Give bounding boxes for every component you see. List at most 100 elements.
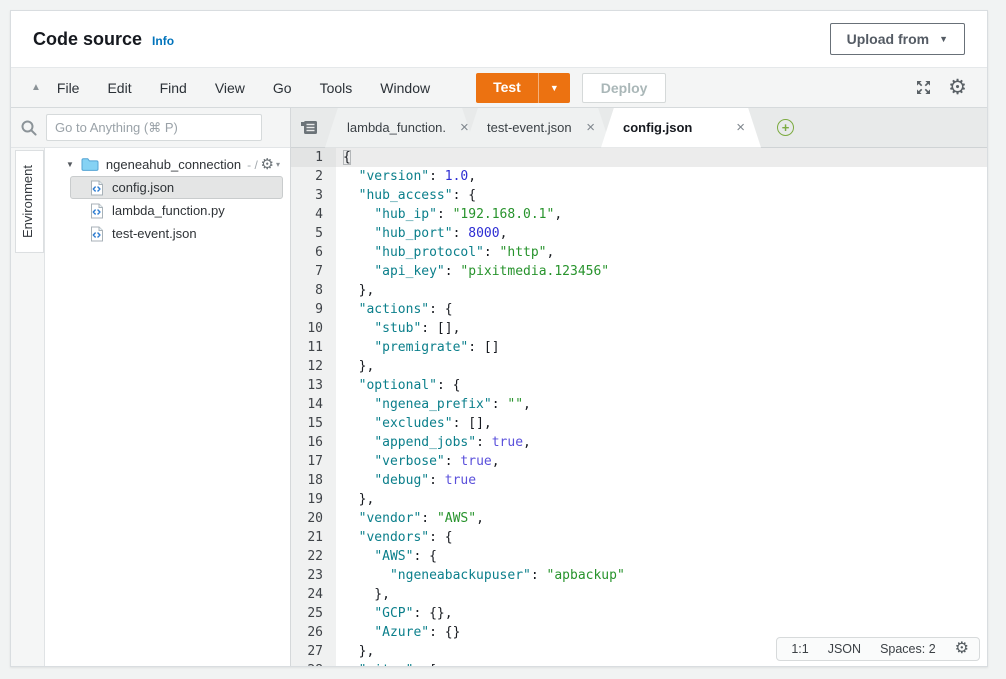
line-content: "excludes": [], [336, 414, 987, 433]
tab-environment[interactable]: Environment [15, 150, 44, 253]
tab-label: test-event.json [487, 120, 572, 135]
line-number: 22 [291, 547, 336, 566]
line-content: "ngenea_prefix": "", [336, 395, 987, 414]
code-line[interactable]: 3 "hub_access": { [291, 186, 987, 205]
goto-anything-row [11, 108, 290, 148]
code-line[interactable]: 22 "AWS": { [291, 547, 987, 566]
tab-label: lambda_function. [347, 120, 446, 135]
line-number: 5 [291, 224, 336, 243]
code-line[interactable]: 5 "hub_port": 8000, [291, 224, 987, 243]
settings-gear-icon[interactable]: ⚙ [948, 77, 967, 98]
folder-name: ngeneahub_connection [106, 157, 241, 172]
code-line[interactable]: 24 }, [291, 585, 987, 604]
code-line[interactable]: 9 "actions": { [291, 300, 987, 319]
line-content: "api_key": "pixitmedia.123456" [336, 262, 987, 281]
info-link[interactable]: Info [152, 34, 174, 48]
line-number: 28 [291, 661, 336, 666]
line-content: "premigrate": [] [336, 338, 987, 357]
line-content: "hub_protocol": "http", [336, 243, 987, 262]
tree-file-lambda_function.py[interactable]: lambda_function.py [70, 199, 283, 222]
menu-item-window[interactable]: Window [380, 80, 430, 96]
line-number: 6 [291, 243, 336, 262]
line-number: 3 [291, 186, 336, 205]
line-number: 21 [291, 528, 336, 547]
menu-item-go[interactable]: Go [273, 80, 292, 96]
tree-folder-row[interactable]: ▼ ngeneahub_connection - / ⚙ ▾ [45, 153, 290, 176]
new-tab-button[interactable]: + [777, 119, 794, 136]
line-number: 2 [291, 167, 336, 186]
page-title: Code source [33, 29, 142, 50]
editor-pane: lambda_function.×test-event.json×config.… [291, 108, 987, 666]
goto-anything-input[interactable] [46, 114, 262, 141]
disclosure-triangle-icon[interactable]: ▼ [66, 160, 74, 169]
line-number: 12 [291, 357, 336, 376]
line-number: 24 [291, 585, 336, 604]
ide-menubar: ▲ File Edit Find View Go Tools Window Test ▼ D… [11, 67, 987, 108]
code-line[interactable]: 2 "version": 1.0, [291, 167, 987, 186]
line-content: "vendors": { [336, 528, 987, 547]
editor-settings-gear-icon[interactable]: ⚙ [955, 641, 969, 657]
menu-item-file[interactable]: File [57, 80, 80, 96]
code-line[interactable]: 16 "append_jobs": true, [291, 433, 987, 452]
code-line[interactable]: 15 "excludes": [], [291, 414, 987, 433]
code-line[interactable]: 18 "debug": true [291, 471, 987, 490]
code-line[interactable]: 11 "premigrate": [] [291, 338, 987, 357]
tab-label: config.json [623, 120, 692, 135]
line-number: 18 [291, 471, 336, 490]
code-line[interactable]: 13 "optional": { [291, 376, 987, 395]
chevron-down-icon: ▾ [276, 161, 280, 169]
line-content: "sites": [ [336, 661, 987, 666]
close-icon[interactable]: × [572, 120, 595, 135]
upload-from-button[interactable]: Upload from ▼ [830, 23, 965, 55]
language-mode[interactable]: JSON [828, 642, 861, 656]
code-line[interactable]: 14 "ngenea_prefix": "", [291, 395, 987, 414]
editor-tab-config.json[interactable]: config.json × [601, 108, 761, 148]
code-line[interactable]: 20 "vendor": "AWS", [291, 509, 987, 528]
test-button-label: Test [476, 73, 538, 103]
code-line[interactable]: 4 "hub_ip": "192.168.0.1", [291, 205, 987, 224]
code-editor[interactable]: 1{2 "version": 1.0,3 "hub_access": {4 "h… [291, 148, 987, 666]
tree-file-config.json[interactable]: config.json [70, 176, 283, 199]
code-line[interactable]: 28 "sites": [ [291, 661, 987, 666]
editor-tab-test-event.json[interactable]: test-event.json× [465, 108, 611, 148]
cursor-position[interactable]: 1:1 [791, 642, 808, 656]
menu-item-find[interactable]: Find [160, 80, 187, 96]
editor-tabs: lambda_function.×test-event.json×config.… [325, 108, 761, 148]
line-content: "optional": { [336, 376, 987, 395]
code-line[interactable]: 1{ [291, 148, 987, 167]
code-line[interactable]: 7 "api_key": "pixitmedia.123456" [291, 262, 987, 281]
deploy-button[interactable]: Deploy [582, 73, 667, 103]
line-number: 23 [291, 566, 336, 585]
close-icon[interactable]: × [446, 120, 469, 135]
tree-file-test-event.json[interactable]: test-event.json [70, 222, 283, 245]
tree-settings-gear-icon[interactable]: ⚙ ▾ [261, 157, 280, 172]
close-icon[interactable]: × [722, 120, 745, 135]
code-line[interactable]: 19 }, [291, 490, 987, 509]
editor-statusbar: 1:1 JSON Spaces: 2 ⚙ [776, 637, 980, 661]
file-name: lambda_function.py [112, 203, 225, 218]
line-number: 11 [291, 338, 336, 357]
menu-item-view[interactable]: View [215, 80, 245, 96]
line-content: "AWS": { [336, 547, 987, 566]
line-number: 17 [291, 452, 336, 471]
fullscreen-icon[interactable] [915, 79, 932, 96]
menubar-right: ⚙ [915, 77, 967, 98]
line-content: "vendor": "AWS", [336, 509, 987, 528]
code-line[interactable]: 12 }, [291, 357, 987, 376]
code-line[interactable]: 17 "verbose": true, [291, 452, 987, 471]
indentation-setting[interactable]: Spaces: 2 [880, 642, 936, 656]
test-button[interactable]: Test ▼ [476, 73, 570, 103]
code-line[interactable]: 6 "hub_protocol": "http", [291, 243, 987, 262]
chevron-down-icon[interactable]: ▼ [539, 73, 570, 103]
code-line[interactable]: 25 "GCP": {}, [291, 604, 987, 623]
menu-item-edit[interactable]: Edit [107, 80, 131, 96]
editor-tab-lambda_function.[interactable]: lambda_function.× [325, 108, 475, 148]
code-line[interactable]: 21 "vendors": { [291, 528, 987, 547]
code-line[interactable]: 10 "stub": [], [291, 319, 987, 338]
code-line[interactable]: 8 }, [291, 281, 987, 300]
collapse-panel-icon[interactable]: ▲ [31, 82, 41, 93]
menu-item-tools[interactable]: Tools [320, 80, 353, 96]
tab-list-icon[interactable] [299, 119, 319, 136]
code-line[interactable]: 23 "ngeneabackupuser": "apbackup" [291, 566, 987, 585]
side-tab-strip: Environment [11, 148, 45, 666]
